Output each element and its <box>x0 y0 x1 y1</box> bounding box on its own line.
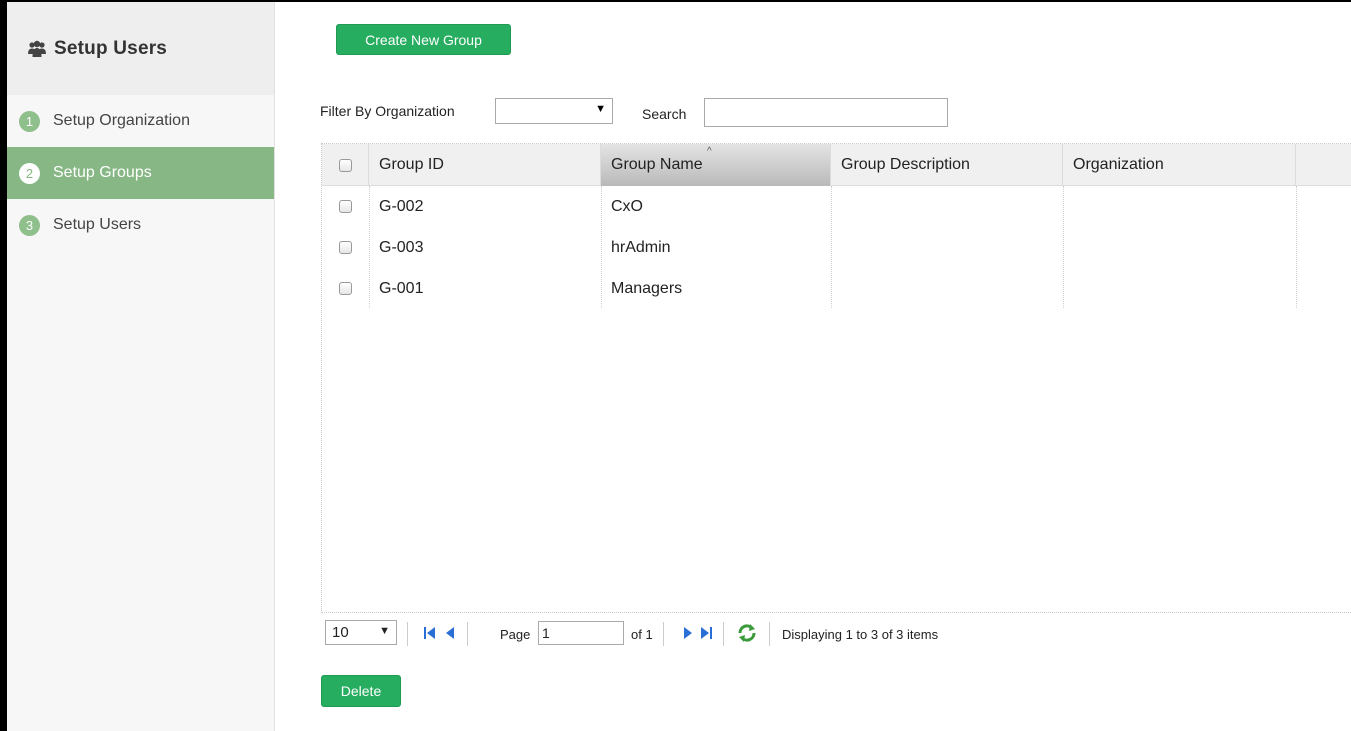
grid-header: Group ID ^ Group Name Group Description … <box>322 144 1351 186</box>
cell-organization <box>1063 186 1296 227</box>
row-checkbox-cell <box>339 227 352 268</box>
column-header-label: Group Name <box>611 156 703 173</box>
column-header-organization[interactable]: Organization <box>1063 144 1296 186</box>
organization-filter-select[interactable]: ▼ <box>495 98 613 124</box>
step-badge: 2 <box>19 162 40 184</box>
sidebar-item-setup-users[interactable]: 3 Setup Users <box>7 199 274 251</box>
create-group-button[interactable]: Create New Group <box>336 24 511 55</box>
row-checkbox-cell <box>339 186 352 227</box>
first-page-icon[interactable] <box>424 624 436 642</box>
pager-divider <box>663 622 664 646</box>
pager-divider <box>769 622 770 646</box>
select-all-cell <box>322 144 369 186</box>
column-header-group-name[interactable]: ^ Group Name <box>601 144 831 186</box>
dropdown-arrow-icon: ▼ <box>379 625 390 637</box>
users-icon <box>27 40 47 58</box>
page-size-value: 10 <box>332 624 349 641</box>
cell-group-name: Managers <box>611 279 683 297</box>
step-badge: 1 <box>19 110 40 132</box>
sidebar-item-setup-groups[interactable]: 2 Setup Groups <box>7 147 274 199</box>
search-label: Search <box>642 106 687 122</box>
cell-organization <box>1063 268 1296 309</box>
sidebar-title: Setup Users <box>54 37 168 59</box>
cell-group-name: CxO <box>611 197 643 215</box>
step-badge: 3 <box>19 214 40 236</box>
dropdown-arrow-icon: ▼ <box>595 103 606 115</box>
row-checkbox[interactable] <box>339 241 352 254</box>
pager-divider <box>467 622 468 646</box>
cell-group-id: G-003 <box>379 238 424 256</box>
filter-org-label: Filter By Organization <box>320 103 455 119</box>
groups-grid: Group ID ^ Group Name Group Description … <box>321 143 1351 613</box>
table-row[interactable]: G-003 hrAdmin <box>322 227 1351 268</box>
pager-divider <box>407 622 408 646</box>
table-row[interactable]: G-001 Managers <box>322 268 1351 309</box>
delete-button[interactable]: Delete <box>321 675 401 707</box>
main-content: Create New Group Filter By Organization … <box>275 2 1351 731</box>
sidebar-item-label: Setup Groups <box>53 164 152 181</box>
last-page-icon[interactable] <box>700 624 712 642</box>
sort-ascending-icon: ^ <box>707 146 712 157</box>
sidebar-header: Setup Users <box>7 2 274 95</box>
refresh-icon[interactable] <box>737 624 757 642</box>
previous-page-icon[interactable] <box>446 624 455 642</box>
select-all-checkbox[interactable] <box>339 158 352 172</box>
sidebar-item-label: Setup Organization <box>53 112 190 129</box>
page-number-input[interactable]: 1 <box>538 621 624 645</box>
row-checkbox[interactable] <box>339 282 352 295</box>
row-checkbox[interactable] <box>339 200 352 213</box>
page-size-select[interactable]: 10 ▼ <box>325 620 397 645</box>
column-header-group-id[interactable]: Group ID <box>369 144 601 186</box>
cell-group-name: hrAdmin <box>611 238 671 256</box>
sidebar-item-label: Setup Users <box>53 216 142 233</box>
cell-group-description <box>831 268 1063 309</box>
column-header-group-description[interactable]: Group Description <box>831 144 1063 186</box>
cell-group-id: G-001 <box>379 279 424 297</box>
table-row[interactable]: G-002 CxO <box>322 186 1351 227</box>
pager-divider <box>723 622 724 646</box>
next-page-icon[interactable] <box>683 624 692 642</box>
page-label: Page <box>500 627 531 642</box>
pager: 10 ▼ Page 1 of 1 Displaying 1 to 3 of 3 … <box>325 619 1025 649</box>
page-count-label: of 1 <box>631 627 653 642</box>
row-checkbox-cell <box>339 268 352 309</box>
display-status: Displaying 1 to 3 of 3 items <box>782 627 939 642</box>
cell-group-id: G-002 <box>379 197 424 215</box>
cell-group-description <box>831 186 1063 227</box>
cell-organization <box>1063 227 1296 268</box>
sidebar: Setup Users 1 Setup Organization 2 Setup… <box>7 2 275 731</box>
window-frame-left <box>0 0 7 731</box>
sidebar-item-setup-organization[interactable]: 1 Setup Organization <box>7 95 274 147</box>
cell-group-description <box>831 227 1063 268</box>
search-input[interactable] <box>704 98 948 127</box>
